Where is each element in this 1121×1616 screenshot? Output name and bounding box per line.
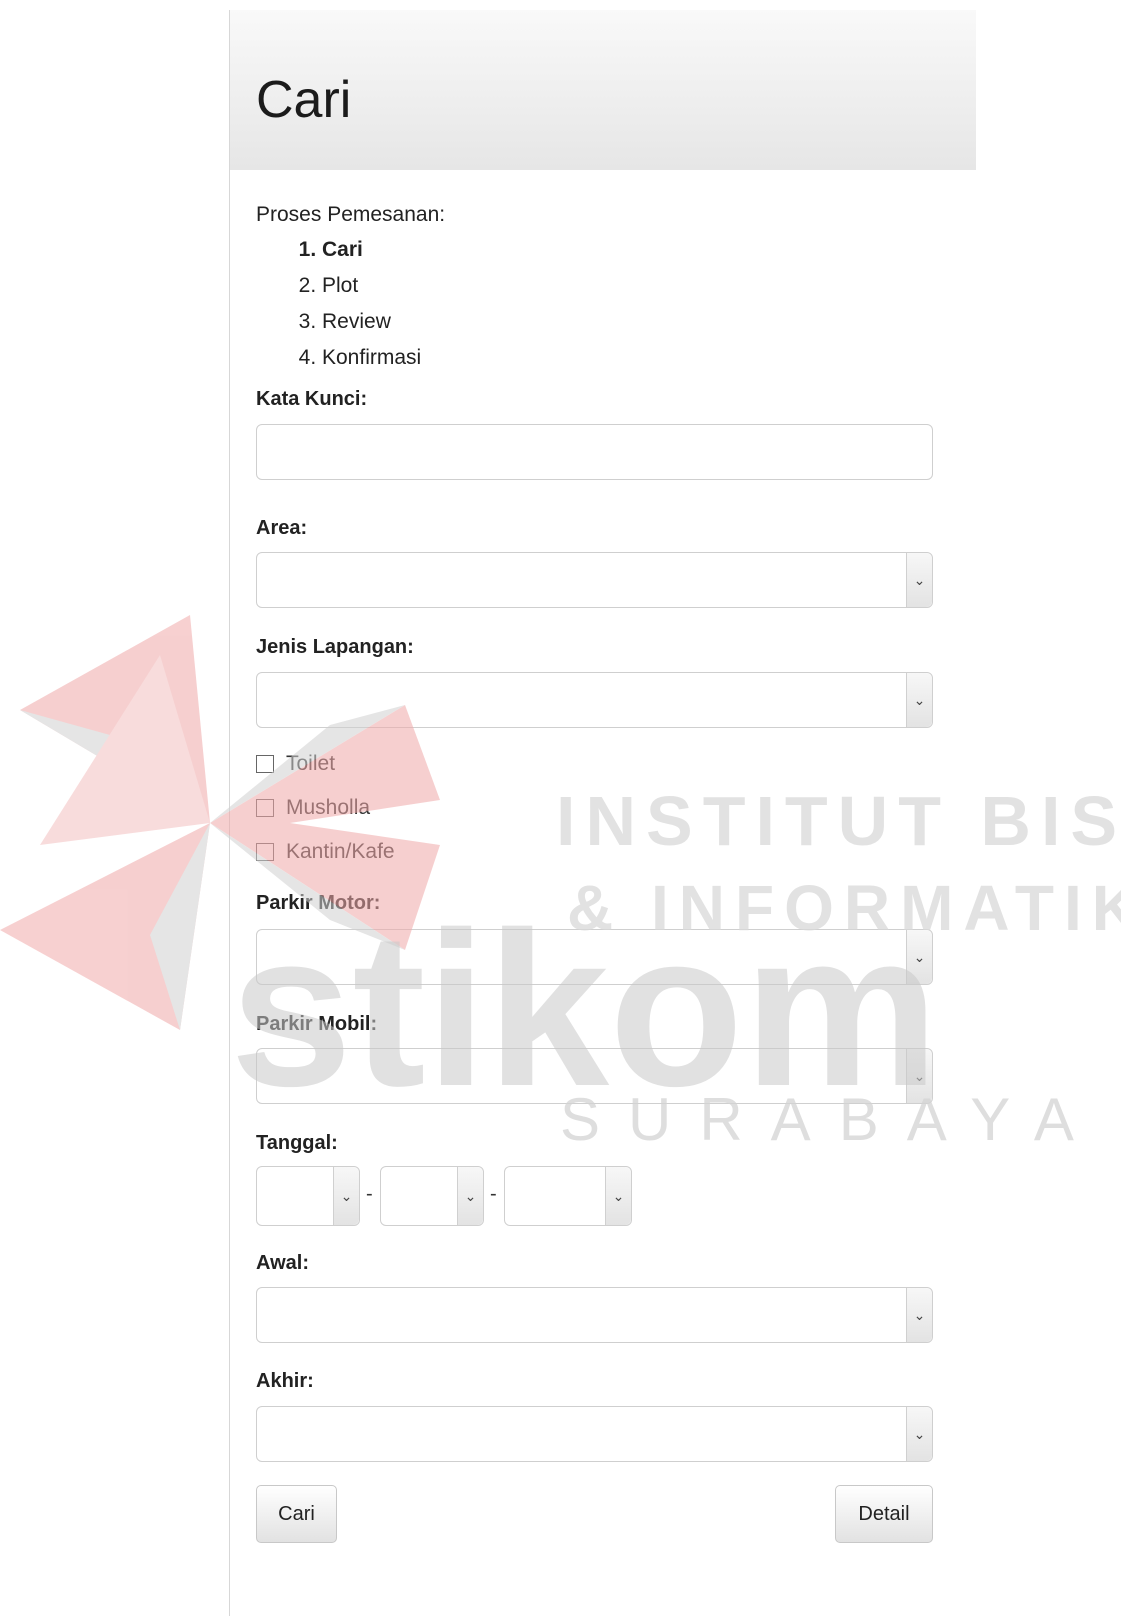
tanggal-label: Tanggal: [256, 1132, 338, 1154]
step-review: Review [322, 304, 421, 340]
step-plot: Plot [322, 268, 421, 304]
page-title: Cari [256, 71, 352, 129]
chevron-down-icon: ⌄ [906, 553, 932, 607]
date-separator: - [366, 1183, 373, 1205]
toilet-checkbox[interactable] [256, 755, 274, 773]
parkir-mobil-select[interactable]: ⌄ [256, 1048, 933, 1104]
chevron-down-icon: ⌄ [906, 673, 932, 727]
parkir-motor-label: Parkir Motor: [256, 892, 381, 914]
watermark-line1: INSTITUT BISNIS [556, 782, 1121, 860]
tanggal-month-select[interactable]: ⌄ [380, 1166, 484, 1226]
awal-select[interactable]: ⌄ [256, 1287, 933, 1343]
chevron-down-icon: ⌄ [605, 1167, 631, 1225]
page-left-border [229, 10, 230, 1616]
stikom-watermark: INSTITUT BISNIS & INFORMATIKA stikom SUR… [0, 615, 1121, 1153]
facility-toilet[interactable]: Toilet [256, 752, 335, 776]
parkir-motor-select[interactable]: ⌄ [256, 929, 933, 985]
chevron-down-icon: ⌄ [906, 1288, 932, 1342]
akhir-label: Akhir: [256, 1370, 314, 1392]
musholla-checkbox[interactable] [256, 799, 274, 817]
chevron-down-icon: ⌄ [333, 1167, 359, 1225]
chevron-down-icon: ⌄ [906, 1407, 932, 1461]
jenis-lapangan-label: Jenis Lapangan: [256, 636, 414, 658]
akhir-select[interactable]: ⌄ [256, 1406, 933, 1462]
kantin-label: Kantin/Kafe [286, 840, 395, 863]
musholla-label: Musholla [286, 796, 371, 819]
chevron-down-icon: ⌄ [906, 930, 932, 984]
kata-kunci-label: Kata Kunci: [256, 388, 368, 410]
detail-button[interactable]: Detail [835, 1485, 933, 1543]
area-label: Area: [256, 517, 308, 539]
step-konfirmasi: Konfirmasi [322, 340, 421, 376]
search-button[interactable]: Cari [256, 1485, 337, 1543]
facility-kantin[interactable]: Kantin/Kafe [256, 840, 395, 864]
tanggal-year-select[interactable]: ⌄ [504, 1166, 632, 1226]
tanggal-day-select[interactable]: ⌄ [256, 1166, 360, 1226]
date-separator: - [490, 1183, 497, 1205]
kantin-checkbox[interactable] [256, 843, 274, 861]
chevron-down-icon: ⌄ [457, 1167, 483, 1225]
awal-label: Awal: [256, 1252, 309, 1274]
jenis-lapangan-select[interactable]: ⌄ [256, 672, 933, 728]
toilet-label: Toilet [286, 752, 336, 775]
kata-kunci-input[interactable] [256, 424, 933, 480]
page-header: Cari [230, 10, 976, 170]
area-select[interactable]: ⌄ [256, 552, 933, 608]
process-intro: Proses Pemesanan: [256, 203, 446, 226]
step-cari: Cari [322, 232, 421, 268]
process-steps: Cari Plot Review Konfirmasi [294, 232, 421, 376]
chevron-down-icon: ⌄ [906, 1049, 932, 1103]
parkir-mobil-label: Parkir Mobil: [256, 1013, 378, 1035]
facility-musholla[interactable]: Musholla [256, 796, 370, 820]
